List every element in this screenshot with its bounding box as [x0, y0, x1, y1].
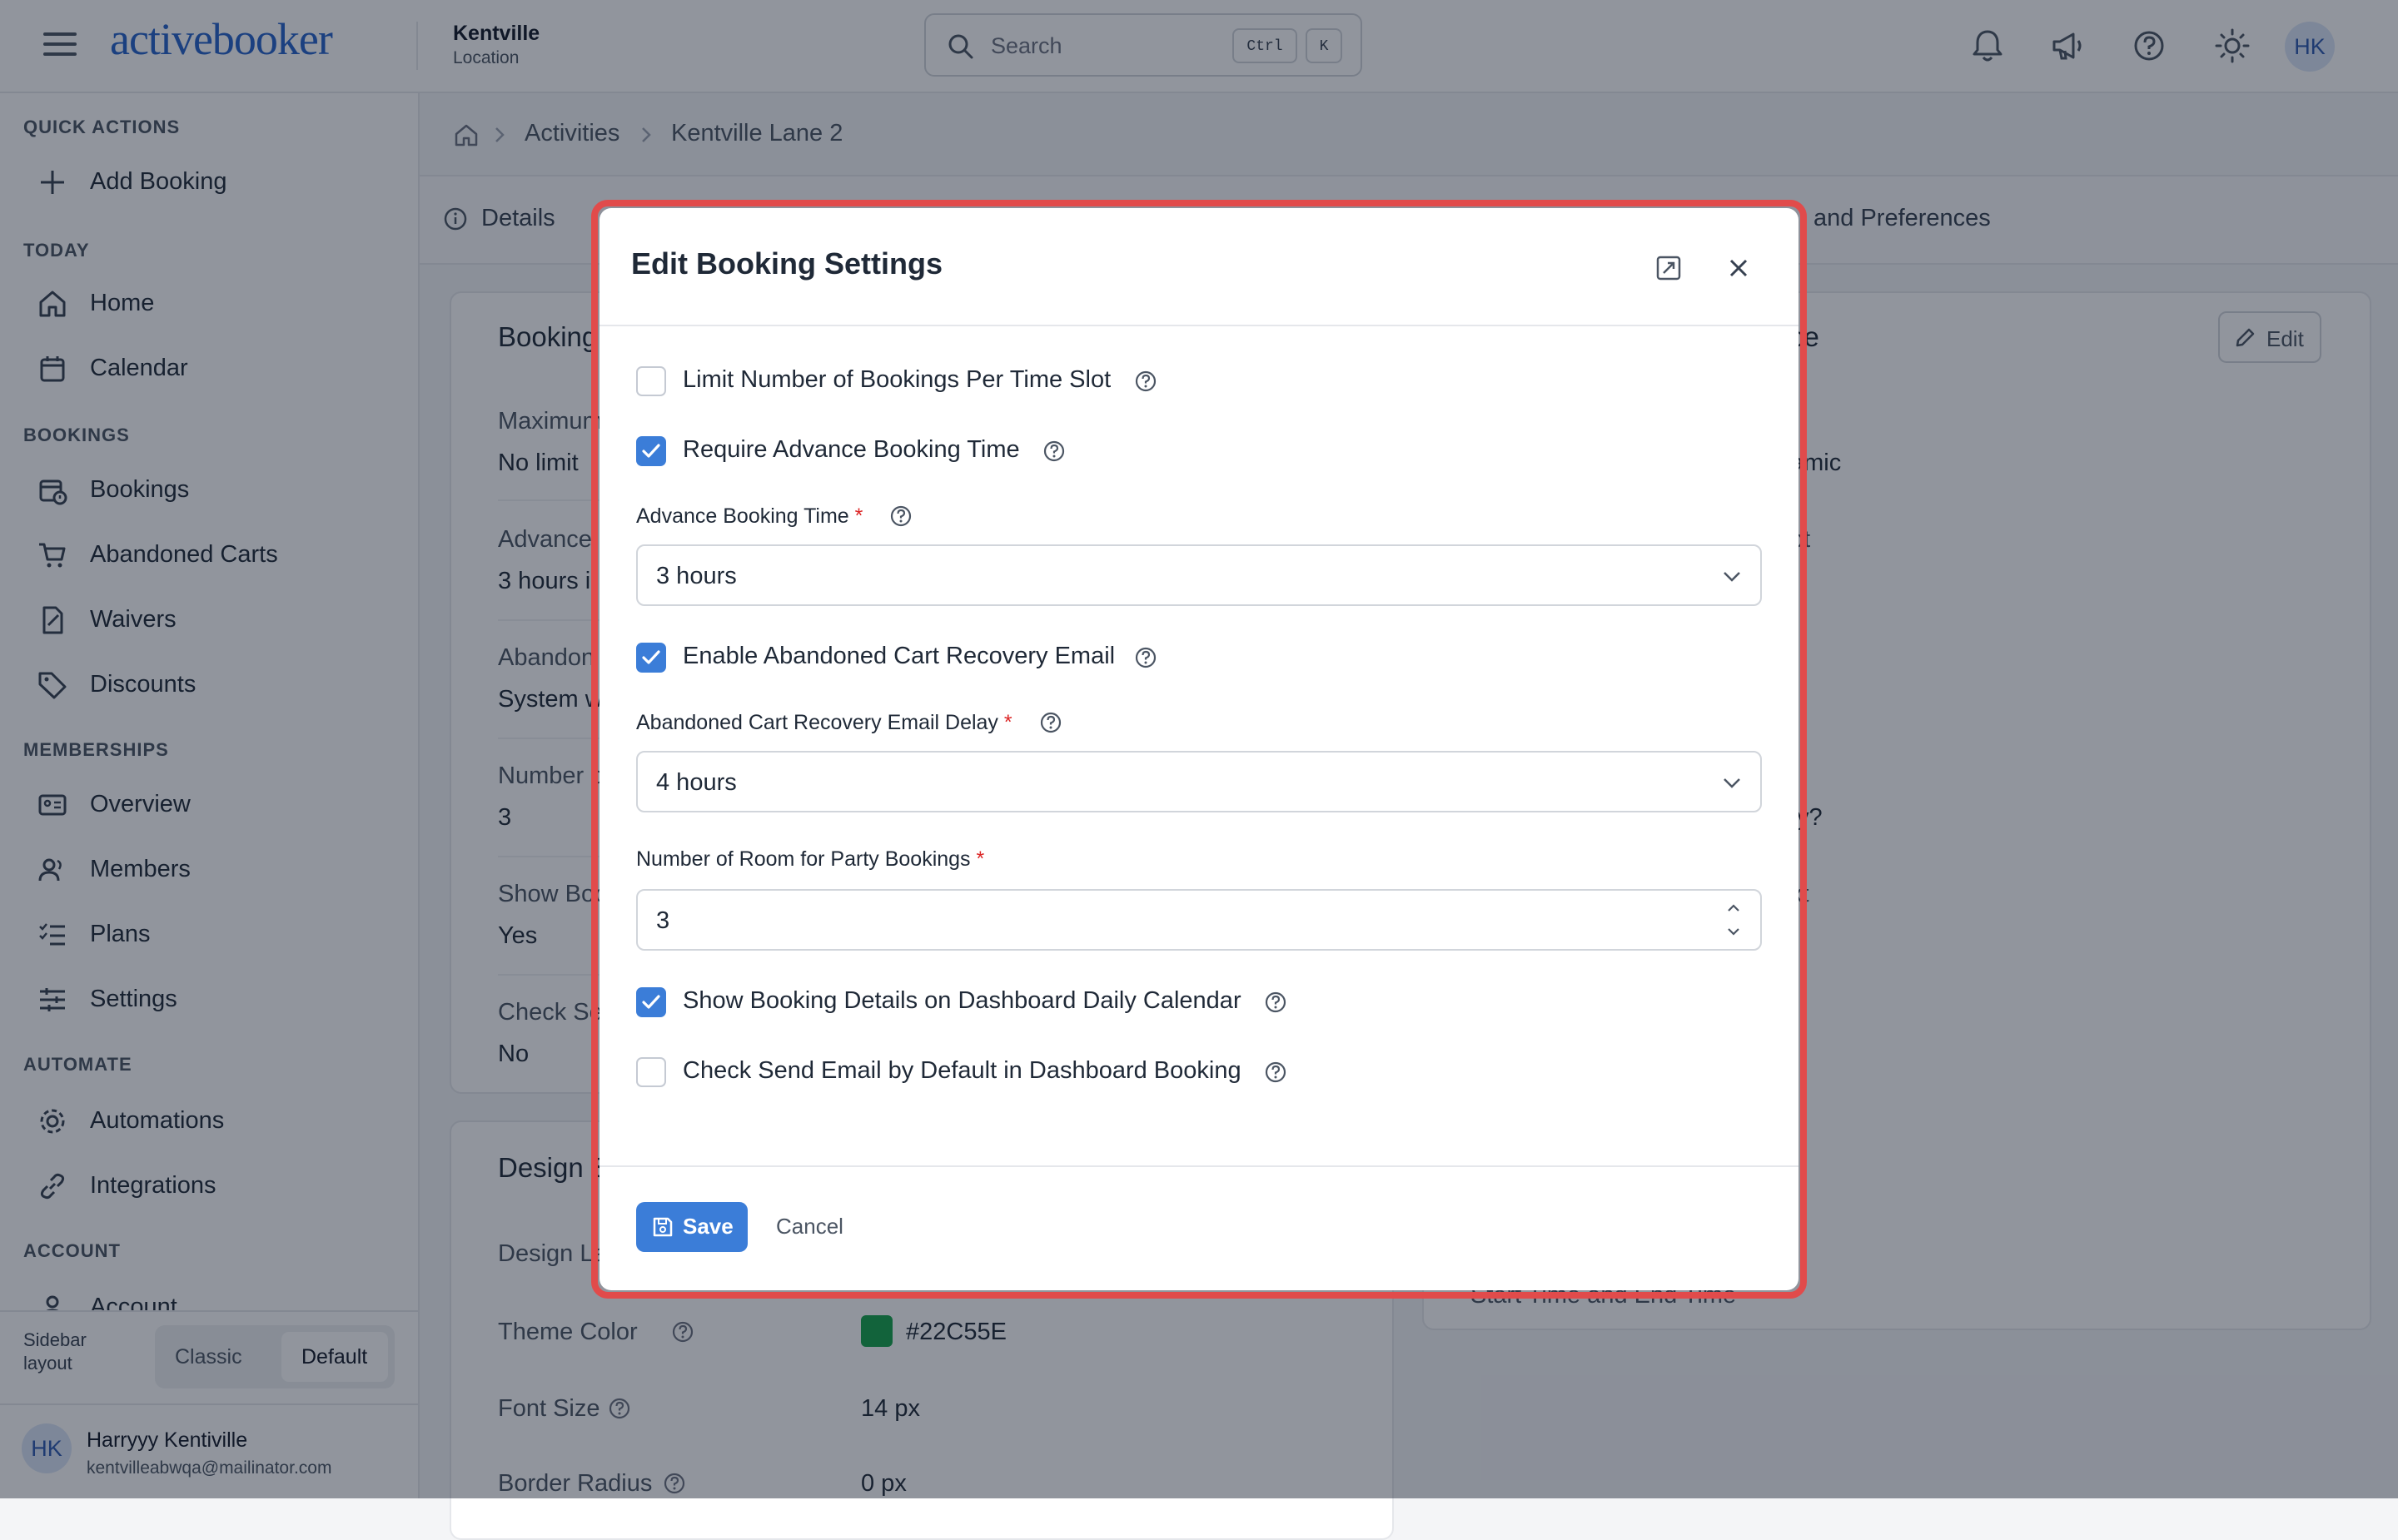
stepper-down-icon[interactable] [1724, 924, 1744, 941]
enable-recovery-checkbox[interactable] [636, 643, 666, 673]
require-advance-label: Require Advance Booking Time [683, 436, 1020, 463]
help-icon[interactable] [1039, 711, 1062, 734]
party-rooms-input[interactable]: 3 [636, 889, 1762, 951]
divider [600, 325, 1798, 326]
require-advance-checkbox[interactable] [636, 436, 666, 466]
cancel-button[interactable]: Cancel [776, 1214, 843, 1239]
expand-icon[interactable] [1654, 253, 1684, 283]
help-icon[interactable] [889, 504, 913, 528]
send-email-checkbox[interactable] [636, 1057, 666, 1087]
recovery-delay-label: Abandoned Cart Recovery Email Delay * [636, 711, 1012, 734]
save-icon [653, 1217, 673, 1237]
send-email-label: Check Send Email by Default in Dashboard… [683, 1057, 1241, 1084]
help-icon[interactable] [1134, 370, 1157, 393]
input-value: 3 [656, 907, 670, 934]
chevron-down-icon [1724, 572, 1740, 582]
help-icon[interactable] [1134, 646, 1157, 669]
limit-bookings-label: Limit Number of Bookings Per Time Slot [683, 366, 1112, 393]
close-icon[interactable] [1724, 253, 1754, 283]
help-icon[interactable] [1264, 1061, 1287, 1084]
select-value: 3 hours [656, 563, 737, 589]
show-details-label: Show Booking Details on Dashboard Daily … [683, 987, 1241, 1014]
save-button[interactable]: Save [636, 1202, 748, 1252]
edit-booking-settings-dialog: Edit Booking Settings Limit Number of Bo… [600, 208, 1798, 1290]
select-value: 4 hours [656, 769, 737, 796]
stepper-up-icon[interactable] [1724, 899, 1744, 916]
dialog-title: Edit Booking Settings [631, 246, 943, 281]
divider [600, 1165, 1798, 1167]
help-icon[interactable] [1042, 440, 1066, 463]
advance-time-label: Advance Booking Time * [636, 504, 863, 528]
show-details-checkbox[interactable] [636, 987, 666, 1017]
help-icon[interactable] [1264, 991, 1287, 1014]
recovery-delay-select[interactable]: 4 hours [636, 751, 1762, 812]
enable-recovery-label: Enable Abandoned Cart Recovery Email [683, 643, 1116, 669]
advance-time-select[interactable]: 3 hours [636, 544, 1762, 606]
chevron-down-icon [1724, 778, 1740, 788]
limit-bookings-checkbox[interactable] [636, 366, 666, 396]
party-rooms-label: Number of Room for Party Bookings * [636, 847, 985, 871]
